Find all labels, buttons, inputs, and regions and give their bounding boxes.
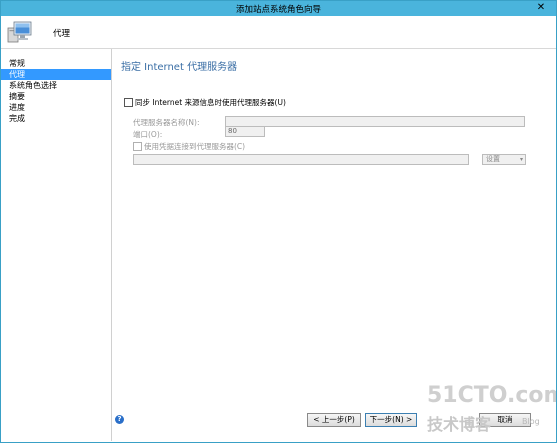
nav-item-role-selection[interactable]: 系统角色选择 xyxy=(1,80,111,91)
header-title: 代理 xyxy=(53,29,71,39)
nav-list: 常规 代理 系统角色选择 摘要 进度 完成 xyxy=(1,58,111,124)
next-button[interactable]: 下一步(N) > xyxy=(365,413,417,427)
previous-button[interactable]: < 上一步(P) xyxy=(307,413,361,427)
port-label: 端口(O): xyxy=(133,130,163,139)
port-input[interactable]: 80 xyxy=(225,126,265,137)
credentials-checkbox[interactable] xyxy=(133,142,142,151)
settings-dropdown[interactable]: 设置 ▾ xyxy=(482,154,526,165)
computer-monitor-icon xyxy=(7,21,32,43)
sync-proxy-checkbox[interactable] xyxy=(124,98,133,107)
watermark-logo: 51CTO.com xyxy=(427,383,557,408)
proxy-name-input[interactable] xyxy=(225,116,525,127)
title-bar[interactable]: 添加站点系统角色向导 ✕ xyxy=(1,1,556,16)
nav-item-proxy[interactable]: 代理 xyxy=(1,69,111,80)
nav-item-progress[interactable]: 进度 xyxy=(1,102,111,113)
wizard-nav: 常规 代理 系统角色选择 摘要 进度 完成 xyxy=(1,49,112,441)
page-title: 指定 Internet 代理服务器 xyxy=(121,62,238,73)
watermark-subtitle: 技术博客 xyxy=(427,415,492,434)
credentials-input[interactable] xyxy=(133,154,469,165)
proxy-name-label: 代理服务器名称(N): xyxy=(133,118,200,127)
window-title: 添加站点系统角色向导 xyxy=(235,5,321,15)
nav-item-completion[interactable]: 完成 xyxy=(1,113,111,124)
wizard-window: 添加站点系统角色向导 ✕ 代理 常规 代理 系统角色选择 摘要 进度 完成 指定… xyxy=(0,0,557,443)
sync-proxy-label: 同步 Internet 来源信息时使用代理服务器(U) xyxy=(135,98,286,107)
credentials-label: 使用凭据连接到代理服务器(C) xyxy=(144,142,246,151)
chevron-down-icon: ▾ xyxy=(519,156,523,163)
nav-item-summary[interactable]: 摘要 xyxy=(1,91,111,102)
wizard-header: 代理 xyxy=(1,16,556,49)
help-icon[interactable]: ? xyxy=(115,415,124,424)
close-icon[interactable]: ✕ xyxy=(531,1,551,15)
settings-dropdown-value: 设置 xyxy=(486,155,500,163)
watermark-blog: Blog xyxy=(522,417,540,426)
nav-item-general[interactable]: 常规 xyxy=(1,58,111,69)
